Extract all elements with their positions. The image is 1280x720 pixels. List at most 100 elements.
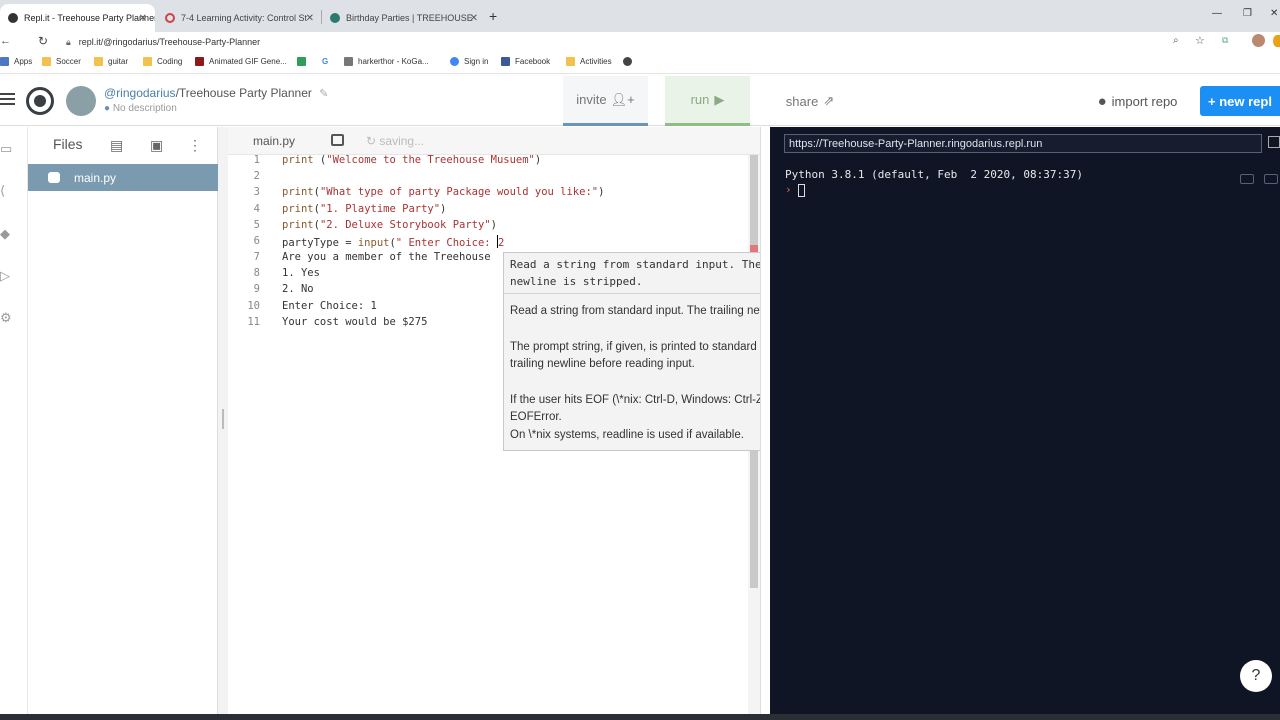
folder-icon (42, 57, 51, 66)
facebook-icon (501, 57, 510, 66)
packages-icon[interactable]: ◆ (0, 226, 14, 241)
browser-tab-birthday-parties[interactable]: Birthday Parties | TREEHOUSE ✕ (322, 4, 486, 32)
close-window-icon[interactable]: ✕ (1270, 8, 1278, 19)
bookmark-apps[interactable]: Apps (0, 57, 32, 66)
close-tab-icon[interactable]: ✕ (139, 13, 147, 24)
globe-icon (623, 57, 632, 66)
add-file-icon[interactable]: ▤ (110, 137, 123, 154)
browser-tab-learning-activity[interactable]: 7-4 Learning Activity: Control St ✕ (157, 4, 322, 32)
close-tab-icon[interactable]: ✕ (306, 13, 314, 24)
more-options-icon[interactable]: ⋮ (188, 137, 202, 154)
invite-button[interactable]: invite 👤︎+ (563, 76, 648, 126)
repl-url-field[interactable]: https://Treehouse-Party-Planner.ringodar… (784, 134, 1262, 153)
profile-avatar[interactable] (1252, 34, 1265, 47)
file-item-main-py[interactable]: main.py (28, 164, 218, 191)
tab-label: 7-4 Learning Activity: Control St (181, 13, 308, 23)
minimize-icon[interactable]: — (1212, 8, 1222, 19)
debugger-icon[interactable]: ▷ (0, 268, 14, 283)
files-icon[interactable]: ▭ (0, 141, 14, 156)
editor-tab-bar: main.py ↻ saving... (228, 127, 760, 155)
bookmark-coding[interactable]: Coding (143, 57, 182, 66)
taskbar-strip (0, 714, 1280, 720)
files-heading: Files (53, 136, 83, 152)
python-file-icon (48, 172, 60, 183)
zoom-icon[interactable]: ⌕ (1173, 35, 1179, 46)
project-description[interactable]: ● No description (104, 103, 177, 114)
code-line: 4 print("1. Playtime Party") (253, 203, 447, 215)
folder-icon (143, 57, 152, 66)
import-repo-button[interactable]: ● import repo (1085, 76, 1190, 126)
terminal-cursor (798, 184, 805, 197)
bookmark-star-icon[interactable]: ☆ (1195, 34, 1205, 47)
console-prompt: › (785, 183, 792, 196)
bookmark-harkerthor[interactable]: harkerthor - KoGa... (344, 57, 429, 66)
repl-header: @ringodarius/Treehouse Party Planner ✎ ●… (0, 76, 1280, 126)
project-name[interactable]: /Treehouse Party Planner (176, 86, 312, 100)
help-button[interactable]: ? (1240, 660, 1272, 692)
python-version-text: Python 3.8.1 (default, Feb 2 2020, 08:37… (785, 168, 1084, 181)
format-icon[interactable] (331, 134, 344, 146)
replit-logo-icon[interactable] (26, 87, 54, 115)
add-folder-icon[interactable]: ▣ (150, 137, 163, 154)
code-line: 6 partyType = input(" Enter Choice: 2 (253, 235, 505, 249)
folder-icon (566, 57, 575, 66)
browser-tab-replit[interactable]: Repl.it - Treehouse Party Planner ✕ (0, 4, 155, 32)
hamburger-menu-icon[interactable] (0, 93, 15, 95)
version-control-icon[interactable]: ⟨ (0, 183, 14, 198)
new-tab-button[interactable]: + (489, 8, 497, 24)
bookmark-guitar[interactable]: guitar (94, 57, 128, 66)
address-text: repl.it/@ringodarius/Treehouse-Party-Pla… (78, 37, 261, 47)
browser-toolbar: ← ↻ 🔒︎ repl.it/@ringodarius/Treehouse-Pa… (0, 32, 1280, 54)
python-icon: ● (104, 103, 111, 114)
bookmark-drive[interactable] (297, 57, 311, 66)
back-icon[interactable]: ← (0, 35, 11, 47)
console-panel[interactable]: https://Treehouse-Party-Planner.ringodar… (770, 127, 1280, 720)
project-avatar[interactable] (66, 86, 96, 116)
run-button[interactable]: run ▶ (665, 76, 750, 126)
project-title: @ringodarius/Treehouse Party Planner ✎ (104, 86, 328, 100)
share-icon: ⇗ (823, 93, 835, 108)
console-expand-icon[interactable] (1240, 174, 1254, 184)
gif-favicon-icon (195, 57, 204, 66)
bookmark-animated-gif[interactable]: Animated GIF Gene... (195, 57, 287, 66)
play-icon: ▶ (714, 91, 725, 107)
tab-label: Repl.it - Treehouse Party Planner (24, 13, 155, 23)
panel-divider[interactable] (760, 127, 770, 720)
treehouse-favicon-icon (330, 13, 340, 23)
new-repl-button[interactable]: + new repl (1200, 86, 1280, 116)
folder-icon (94, 57, 103, 66)
code-line: 2 (253, 170, 260, 182)
reload-icon[interactable]: ↻ (38, 34, 48, 48)
bookmark-sign-in[interactable]: Sign in (450, 57, 488, 66)
edit-pencil-icon[interactable]: ✎ (319, 88, 328, 100)
code-line: 5 print("2. Deluxe Storybook Party") (253, 219, 497, 231)
menu-icon[interactable] (1273, 35, 1280, 47)
settings-gear-icon[interactable]: ⚙ (0, 310, 14, 325)
project-owner[interactable]: @ringodarius (104, 86, 176, 100)
replit-favicon-icon (8, 13, 18, 23)
google-icon (450, 57, 459, 66)
bookmark-facebook[interactable]: Facebook (501, 57, 550, 66)
add-user-icon: 👤︎+ (610, 91, 635, 107)
browser-tab-strip: Repl.it - Treehouse Party Planner ✕ 7-4 … (0, 0, 1280, 32)
panel-resizer[interactable] (218, 127, 228, 720)
code-line: 1 print ("Welcome to the Treehouse Musuem… (253, 154, 542, 166)
page-icon (344, 57, 353, 66)
close-tab-icon[interactable]: ✕ (470, 13, 478, 24)
bookmark-activities[interactable]: Activities (566, 57, 612, 66)
console-clear-icon[interactable] (1264, 174, 1278, 184)
bookmark-globe[interactable] (623, 57, 637, 66)
saving-status: ↻ saving... (366, 134, 425, 148)
open-in-new-tab-icon[interactable] (1268, 136, 1280, 148)
share-button[interactable]: share ⇗ (770, 76, 850, 126)
sidebar-icon-bar: ▭ ⟨ ◆ ▷ ⚙ (0, 127, 28, 720)
bookmark-soccer[interactable]: Soccer (42, 57, 81, 66)
bookmarks-bar: Apps Soccer guitar Coding Animated GIF G… (0, 54, 1280, 74)
drive-icon (297, 57, 306, 66)
restore-icon[interactable]: ❐ (1243, 8, 1252, 19)
bookmark-google[interactable]: G (322, 57, 328, 66)
editor-tab-main-py[interactable]: main.py (253, 134, 295, 148)
extension-icon[interactable]: ⧉ (1222, 35, 1228, 46)
apps-grid-icon (0, 57, 9, 66)
address-bar[interactable]: 🔒︎ repl.it/@ringodarius/Treehouse-Party-… (60, 33, 1190, 51)
